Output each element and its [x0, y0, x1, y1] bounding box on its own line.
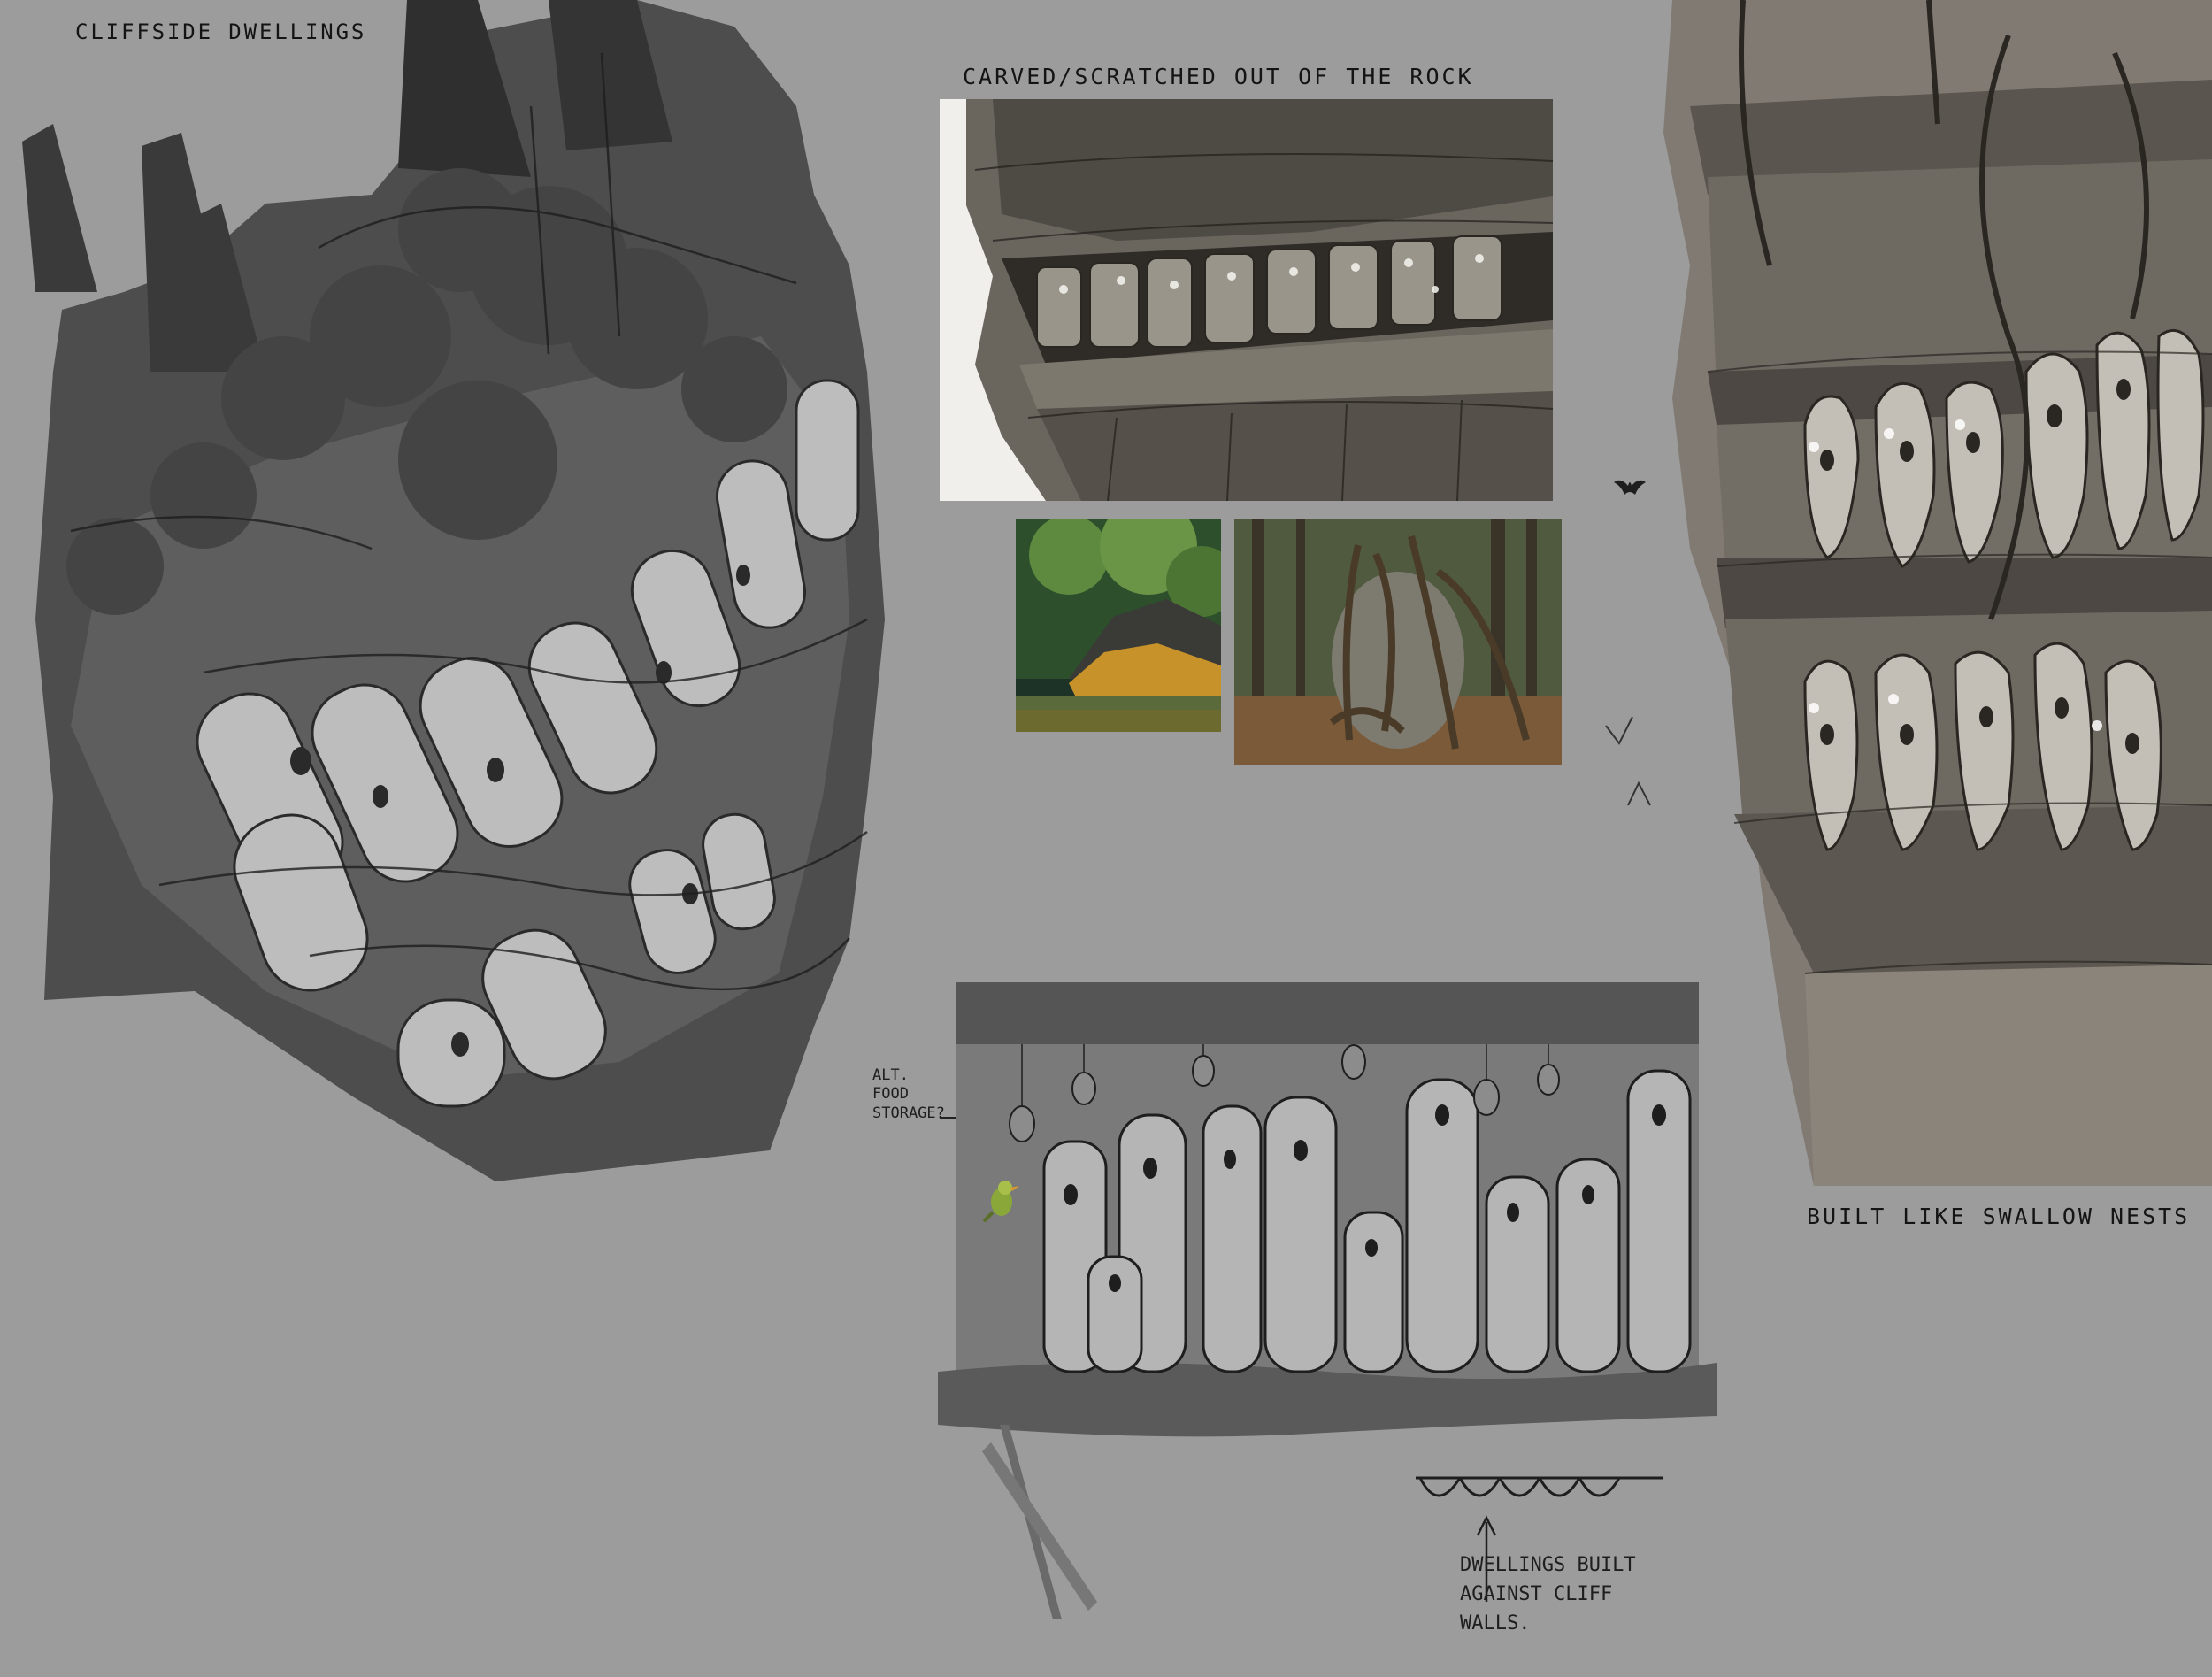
title-carved-rock: CARVED/SCRATCHED OUT OF THE ROCK — [963, 64, 1474, 89]
bat-icon — [1614, 480, 1646, 495]
mossy-rock-lake-photo — [1016, 519, 1221, 732]
cliff-wall-dwellings-sketch — [938, 982, 1717, 1619]
tree-roots-boulder-photo — [1234, 519, 1562, 765]
green-bird-figure — [982, 1181, 1019, 1223]
cliffside-dwellings-sketch — [22, 0, 885, 1181]
title-swallow-nests: BUILT LIKE SWALLOW NESTS — [1807, 1204, 2191, 1229]
swallow-nest-cliff-sketch — [1663, 0, 2212, 1186]
carved-rock-painting — [940, 99, 1553, 501]
bird-doodle-icon — [1605, 716, 1651, 806]
